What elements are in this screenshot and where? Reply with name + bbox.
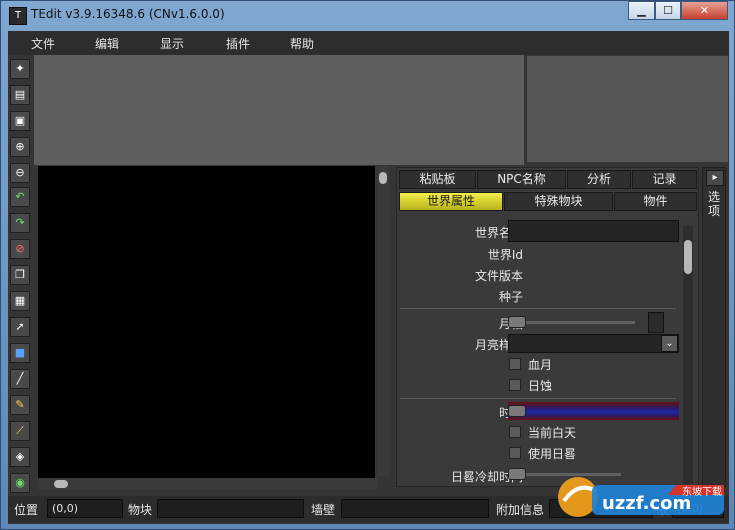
- save-icon[interactable]: ▣: [10, 111, 30, 131]
- app-icon: T: [9, 7, 27, 25]
- pencil-icon[interactable]: ✎: [10, 395, 30, 415]
- time-slider-knob[interactable]: [508, 405, 526, 417]
- scroll-thumb[interactable]: [54, 480, 68, 488]
- picker-icon[interactable]: ╱: [10, 369, 30, 389]
- select-icon[interactable]: ➚: [10, 317, 30, 337]
- close-button[interactable]: ✕: [681, 1, 728, 20]
- file-version-label: 文件版本: [474, 269, 523, 283]
- blood-moon-checkbox[interactable]: [509, 358, 521, 370]
- title-bar[interactable]: T TEdit v3.9.16348.6 (CNv1.6.0.0) ▁ ☐ ✕: [1, 1, 734, 31]
- open-icon[interactable]: ▤: [10, 85, 30, 105]
- divider: [400, 398, 676, 399]
- tab-analysis[interactable]: 分析: [567, 170, 631, 189]
- options-label[interactable]: 选项: [708, 190, 722, 218]
- copy-icon[interactable]: ❐: [10, 265, 30, 285]
- scroll-thumb[interactable]: [684, 240, 692, 274]
- menu-file[interactable]: 文件: [31, 35, 55, 52]
- moon-style-select[interactable]: [508, 334, 679, 353]
- tab-special-tiles[interactable]: 特殊物块: [504, 192, 613, 211]
- scroll-thumb[interactable]: [379, 172, 387, 184]
- position-field: (0,0): [47, 499, 123, 518]
- minimize-button[interactable]: ▁: [628, 1, 655, 20]
- moon-phase-value[interactable]: [648, 312, 664, 333]
- moon-phase-slider[interactable]: [508, 316, 526, 328]
- chevron-down-icon[interactable]: ⌄: [661, 335, 678, 352]
- is-daytime-label: 当前白天: [528, 426, 577, 440]
- seed-label: 种子: [498, 290, 523, 304]
- tab-world-properties[interactable]: 世界属性: [399, 192, 503, 211]
- extra-info-label: 附加信息: [496, 503, 545, 517]
- world-overview[interactable]: [34, 55, 524, 165]
- menu-view[interactable]: 显示: [160, 35, 184, 52]
- tab-clipboard[interactable]: 粘贴板: [399, 170, 476, 189]
- panel-scrollbar[interactable]: [683, 226, 693, 484]
- world-id-label: 世界Id: [487, 248, 523, 262]
- sundial-checkbox[interactable]: [509, 447, 521, 459]
- position-label: 位置: [14, 503, 39, 517]
- paste-icon[interactable]: ▦: [10, 291, 30, 311]
- zoom-in-icon[interactable]: ⊕: [10, 137, 30, 157]
- delete-icon[interactable]: ⊘: [10, 239, 30, 259]
- canvas-horizontal-scrollbar[interactable]: [38, 478, 377, 490]
- wall-field: [341, 499, 489, 518]
- globe-icon[interactable]: ◉: [10, 473, 30, 493]
- maximize-button[interactable]: ☐: [655, 1, 681, 20]
- divider: [400, 308, 676, 309]
- menu-bar: 文件 编辑 显示 插件 帮助: [8, 31, 729, 55]
- eclipse-checkbox[interactable]: [509, 379, 521, 391]
- eclipse-label: 日蚀: [528, 379, 553, 393]
- watermark-text: uzzf.com: [602, 493, 692, 514]
- sundial-cooldown-slider[interactable]: [508, 468, 526, 480]
- minimap[interactable]: [527, 56, 728, 162]
- app-window: T TEdit v3.9.16348.6 (CNv1.6.0.0) ▁ ☐ ✕ …: [0, 0, 735, 530]
- undo-icon[interactable]: ↶: [10, 187, 30, 207]
- sundial-label: 使用日晷: [528, 447, 577, 461]
- options-sidebar[interactable]: ▸ 选项: [702, 167, 726, 487]
- rectangle-icon[interactable]: ■: [10, 343, 30, 363]
- is-daytime-checkbox[interactable]: [509, 426, 521, 438]
- zoom-out-icon[interactable]: ⊖: [10, 163, 30, 183]
- window-title: TEdit v3.9.16348.6 (CNv1.6.0.0): [31, 7, 225, 21]
- redo-icon[interactable]: ↷: [10, 213, 30, 233]
- menu-plugins[interactable]: 插件: [226, 35, 250, 52]
- expand-icon[interactable]: ▸: [706, 170, 724, 186]
- tab-log[interactable]: 记录: [632, 170, 697, 189]
- tab-objects[interactable]: 物件: [614, 192, 697, 211]
- blood-moon-label: 血月: [528, 358, 553, 372]
- tile-label: 物块: [128, 503, 153, 517]
- menu-edit[interactable]: 编辑: [95, 35, 119, 52]
- world-canvas[interactable]: [38, 166, 375, 488]
- moon-phase-track[interactable]: [511, 321, 635, 324]
- time-slider[interactable]: [508, 402, 679, 420]
- tool-strip: ✦ ▤ ▣ ⊕ ⊖ ↶ ↷ ⊘ ❐ ▦ ➚ ■ ╱ ✎ ⟋ ◈ ◉: [10, 57, 32, 497]
- tile-field: [157, 499, 304, 518]
- tab-npc-names[interactable]: NPC名称: [477, 170, 566, 189]
- canvas-vertical-scrollbar[interactable]: [377, 166, 389, 476]
- wall-label: 墙壁: [311, 503, 336, 517]
- properties-panel: 粘贴板 NPC名称 分析 记录 世界属性 特殊物块 物件 世界名称 世界Id 文…: [396, 167, 699, 487]
- client-area: 文件 编辑 显示 插件 帮助 ✦ ▤ ▣ ⊕ ⊖ ↶ ↷ ⊘ ❐ ▦ ➚ ■ ╱…: [8, 31, 729, 524]
- world-name-field[interactable]: [508, 220, 679, 242]
- fill-icon[interactable]: ◈: [10, 447, 30, 467]
- watermark-logo: 东坡下载 uzzf.com: [556, 471, 728, 523]
- new-icon[interactable]: ✦: [10, 59, 30, 79]
- brush-icon[interactable]: ⟋: [10, 421, 30, 441]
- menu-help[interactable]: 帮助: [290, 35, 314, 52]
